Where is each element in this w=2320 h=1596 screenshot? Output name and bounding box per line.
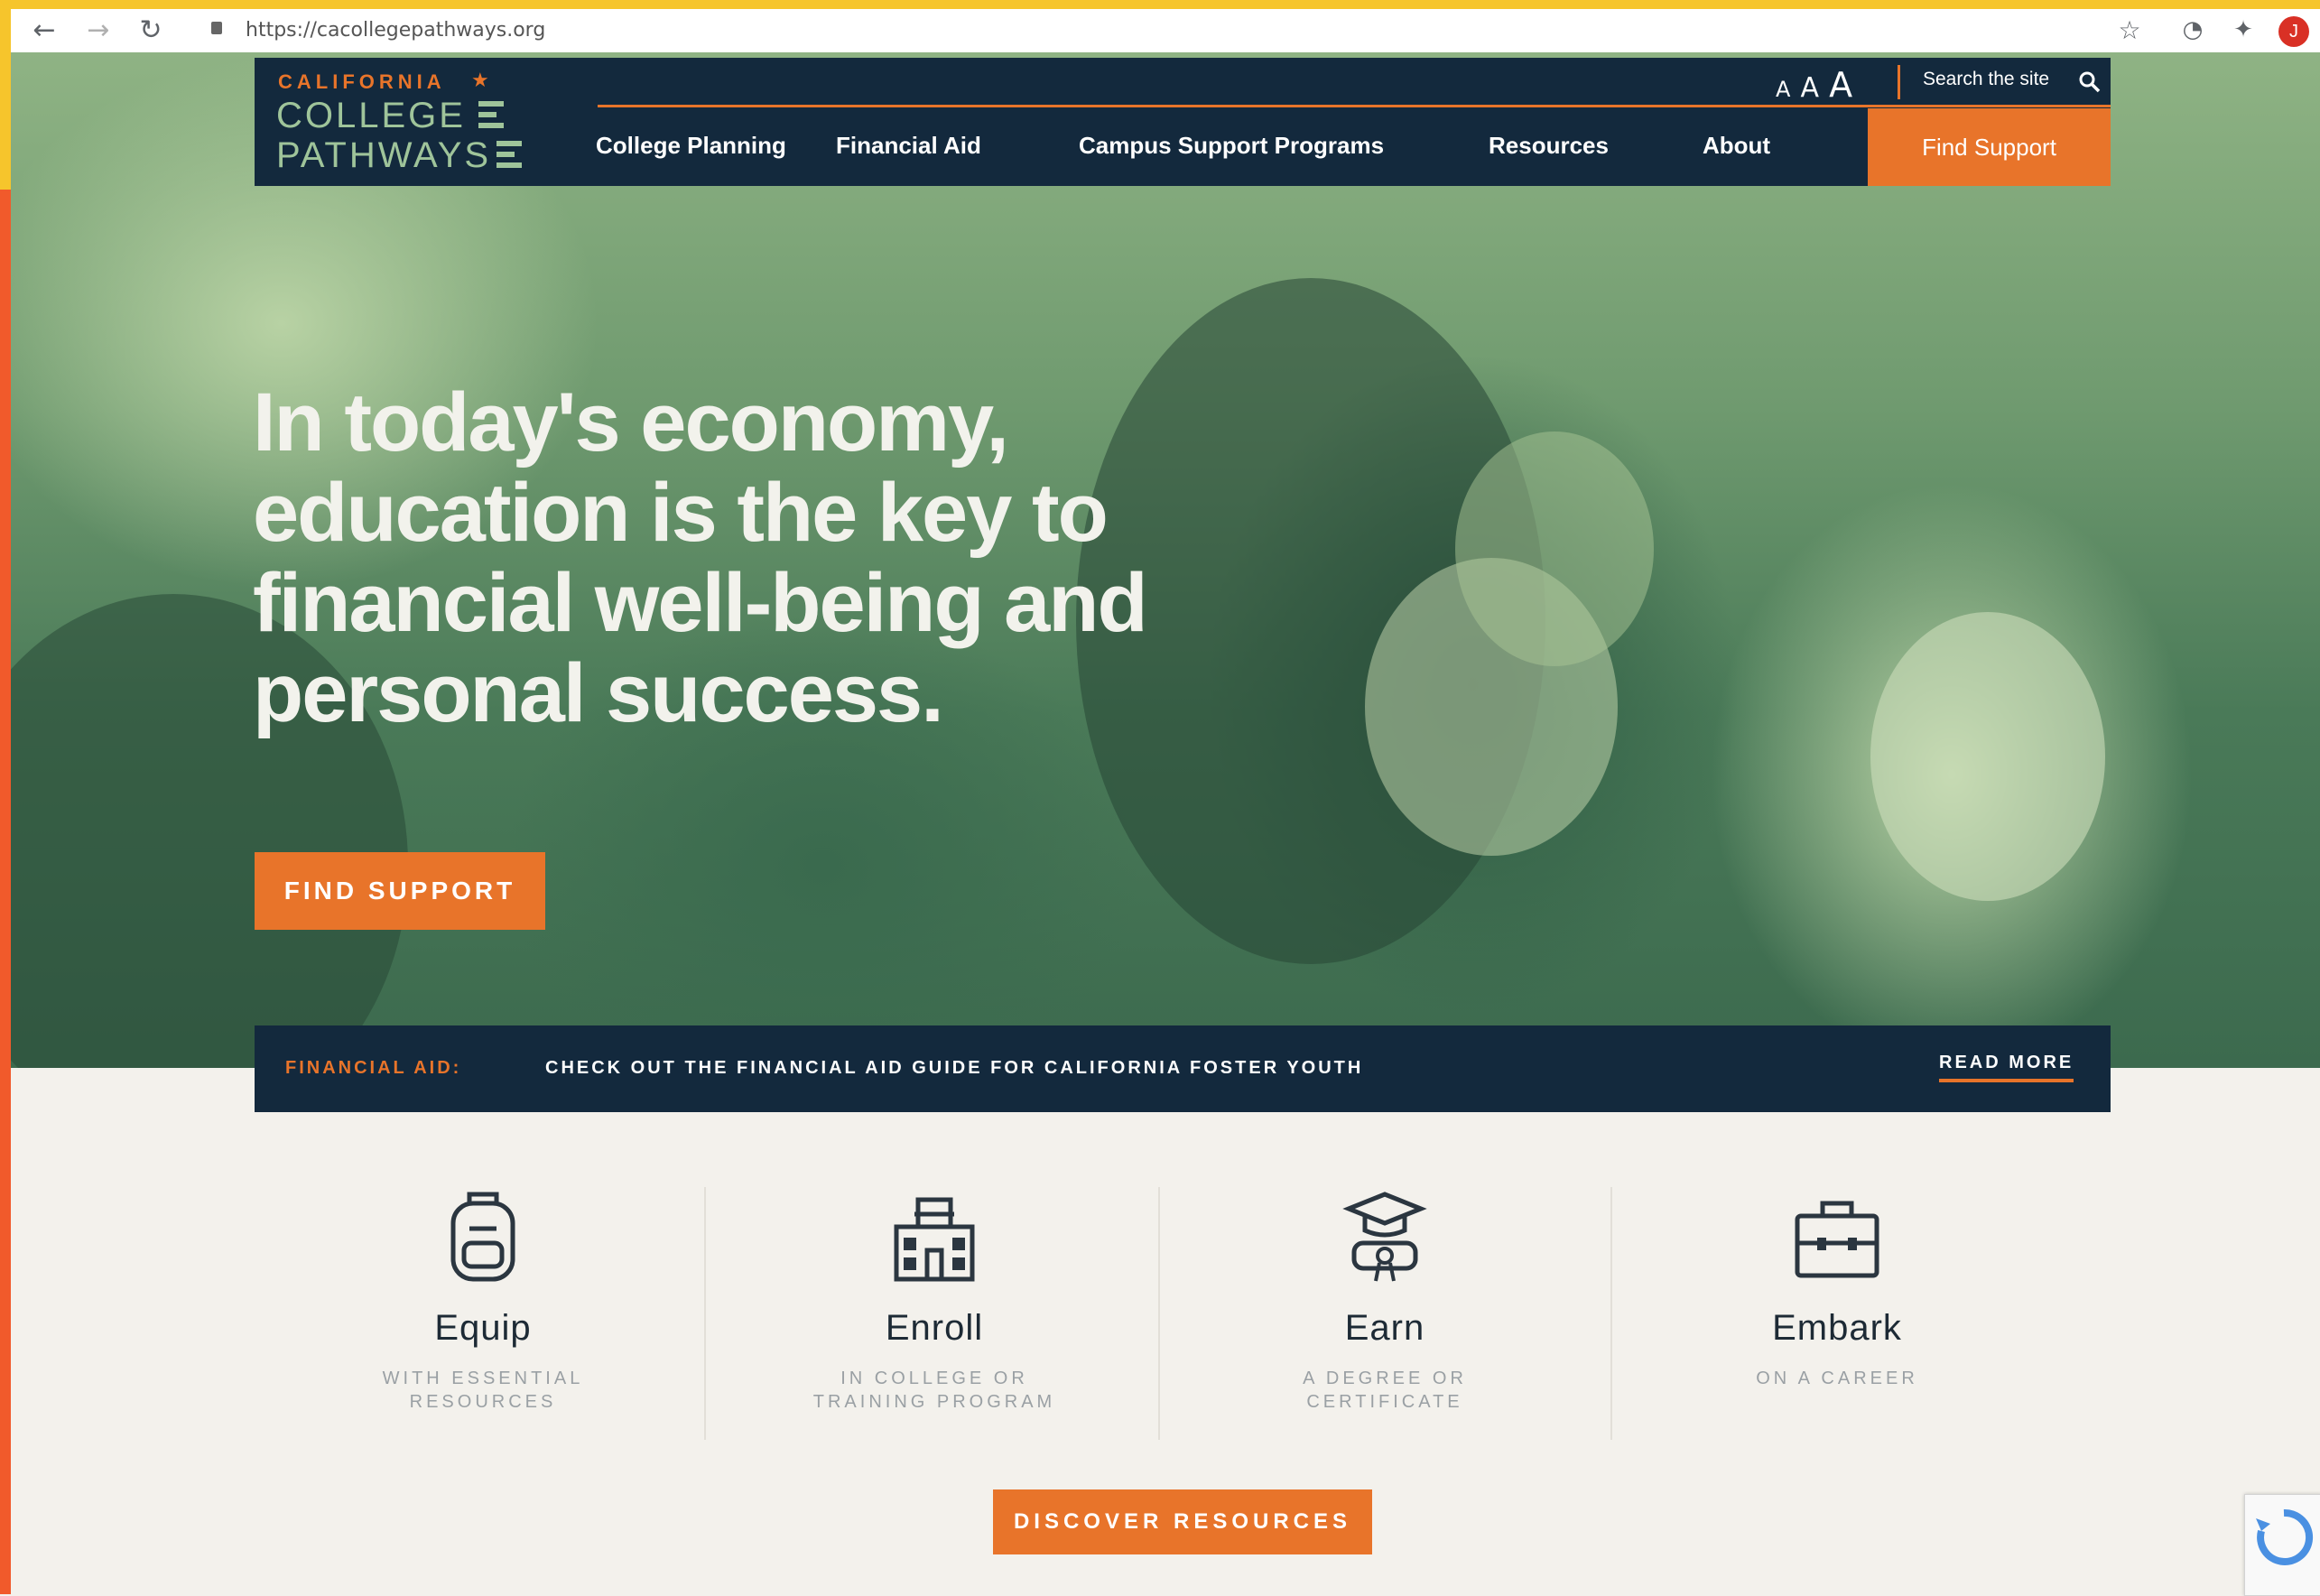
header-divider [598, 105, 2111, 107]
logo-college[interactable]: COLLEGE [276, 96, 466, 136]
briefcase-icon [1795, 1201, 1879, 1278]
frame-left-stripe [0, 0, 11, 1594]
feature-enroll[interactable]: Enroll IN COLLEGE OR TRAINING PROGRAM [709, 1187, 1160, 1414]
headline-line-1: In today's economy, [253, 376, 1009, 469]
forward-icon[interactable]: → [83, 14, 114, 46]
read-more-link[interactable]: READ MORE [1939, 1053, 2074, 1082]
headline-line-4: personal success. [253, 647, 944, 739]
frame-top-stripe [0, 0, 2320, 9]
nav-find-support-button[interactable]: Find Support [1868, 108, 2111, 186]
extension-icon[interactable]: ◔ [2177, 14, 2208, 45]
hero-section: CALIFORNIA ★ COLLEGE PATHWAYS A A A Sear… [11, 52, 2320, 1068]
profile-avatar[interactable]: J [2278, 16, 2309, 47]
financial-aid-notice: FINANCIAL AID: CHECK OUT THE FINANCIAL A… [255, 1025, 2111, 1112]
nav-financial-aid[interactable]: Financial Aid [836, 132, 981, 160]
recaptcha-icon [2256, 1508, 2314, 1565]
bookmark-star-icon[interactable]: ☆ [2114, 14, 2145, 45]
logo-star-icon: ★ [471, 69, 489, 91]
headline-line-2: education is the key to [253, 467, 1109, 559]
reload-icon[interactable]: ↻ [135, 14, 166, 46]
feature-title: Enroll [885, 1308, 984, 1348]
nav-college-planning[interactable]: College Planning [596, 132, 786, 160]
logo-bars-icon [478, 101, 504, 134]
school-building-icon [894, 1197, 975, 1282]
feature-subtitle: IN COLLEGE OR TRAINING PROGRAM [812, 1369, 1056, 1412]
address-bar[interactable]: https://cacollegepathways.org [246, 15, 545, 46]
diploma-cap-icon [1342, 1192, 1427, 1282]
back-icon[interactable]: ← [29, 14, 60, 46]
recaptcha-badge[interactable] [2244, 1494, 2320, 1596]
text-size-large[interactable]: A [1829, 65, 1852, 105]
notice-text[interactable]: CHECK OUT THE FINANCIAL AID GUIDE FOR CA… [545, 1058, 1363, 1079]
text-size-controls: A A A [1776, 65, 1858, 105]
search-input[interactable]: Search the site [1923, 69, 2049, 90]
feature-divider [704, 1187, 706, 1440]
headline-line-3: financial well-being and [253, 557, 1148, 649]
logo-bars-icon-2 [496, 141, 522, 173]
backpack-icon [450, 1192, 515, 1282]
feature-title: Equip [434, 1308, 532, 1348]
nav-about[interactable]: About [1703, 132, 1770, 160]
find-support-button[interactable]: FIND SUPPORT [255, 852, 545, 930]
notice-label: FINANCIAL AID: [285, 1058, 462, 1078]
logo-california[interactable]: CALIFORNIA [278, 70, 446, 94]
feature-embark[interactable]: Embark ON A CAREER [1611, 1187, 2063, 1390]
feature-subtitle: A DEGREE OR CERTIFICATE [1303, 1369, 1467, 1412]
feature-equip[interactable]: Equip WITH ESSENTIAL RESOURCES [257, 1187, 709, 1414]
feature-subtitle: WITH ESSENTIAL RESOURCES [382, 1369, 584, 1412]
discover-resources-button[interactable]: DISCOVER RESOURCES [993, 1489, 1372, 1554]
lock-icon [211, 22, 222, 34]
hero-headline: In today's economy, education is the key… [253, 377, 1426, 738]
search-icon[interactable] [2078, 70, 2102, 94]
puzzle-icon[interactable]: ✦ [2228, 14, 2259, 45]
logo-pathways[interactable]: PATHWAYS [276, 135, 491, 176]
site-header: CALIFORNIA ★ COLLEGE PATHWAYS A A A Sear… [255, 58, 2111, 186]
nav-campus-support-programs[interactable]: Campus Support Programs [1079, 132, 1384, 160]
browser-toolbar: ← → ↻ https://cacollegepathways.org ☆ ◔ … [11, 9, 2320, 53]
search-divider [1898, 65, 1900, 99]
feature-title: Earn [1344, 1308, 1425, 1348]
feature-subtitle: ON A CAREER [1756, 1369, 1918, 1388]
feature-title: Embark [1772, 1308, 1902, 1348]
feature-earn[interactable]: Earn A DEGREE OR CERTIFICATE [1159, 1187, 1610, 1414]
text-size-small[interactable]: A [1776, 77, 1790, 102]
hero-photo-face-3 [1455, 431, 1654, 666]
hero-photo-face-2 [1870, 612, 2105, 901]
nav-resources[interactable]: Resources [1489, 132, 1609, 160]
text-size-medium[interactable]: A [1801, 72, 1820, 104]
